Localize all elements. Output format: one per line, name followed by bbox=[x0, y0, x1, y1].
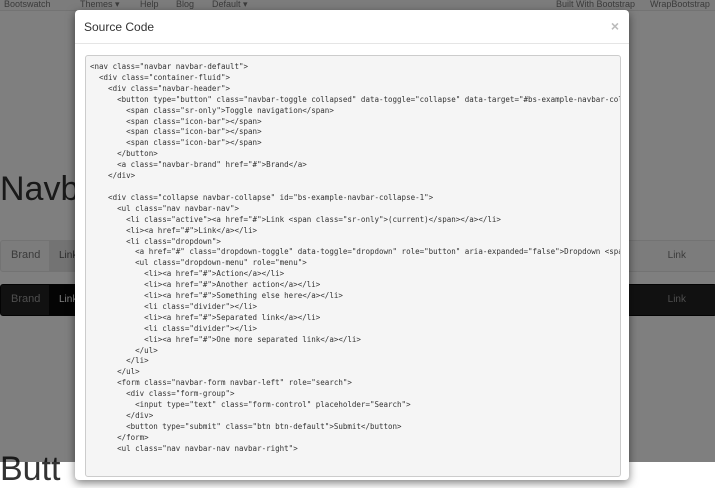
source-code-modal: Source Code × <nav class="navbar navbar-… bbox=[75, 10, 629, 480]
close-icon[interactable]: × bbox=[611, 18, 619, 34]
source-code-text: <nav class="navbar navbar-default"> <div… bbox=[90, 62, 621, 453]
code-block[interactable]: <nav class="navbar navbar-default"> <div… bbox=[85, 55, 621, 477]
modal-header: Source Code × bbox=[75, 10, 629, 44]
modal-title: Source Code bbox=[84, 20, 155, 34]
